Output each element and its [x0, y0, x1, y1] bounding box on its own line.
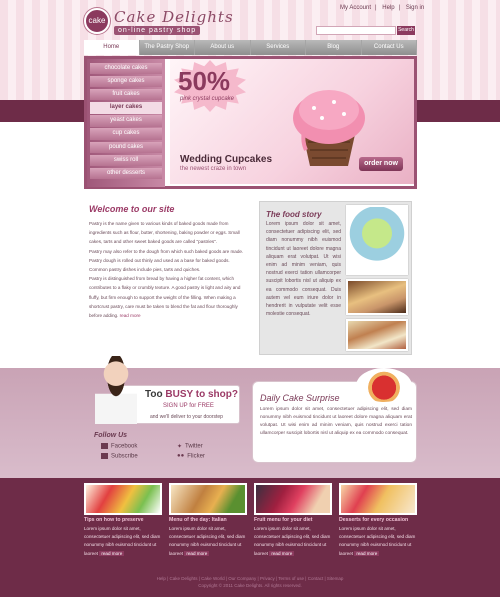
- welcome-paragraph: Pastry is the name given to various kind…: [89, 221, 240, 245]
- promo-percent: 50%: [178, 66, 231, 96]
- card-image-fruit[interactable]: [254, 483, 332, 515]
- facebook-icon: [101, 443, 108, 449]
- menu-item-yeast[interactable]: yeast cakes: [90, 115, 162, 127]
- nav-contact[interactable]: Contact Us: [362, 40, 417, 55]
- twitter-icon: ✦: [177, 444, 183, 450]
- card-image-italian[interactable]: [169, 483, 247, 515]
- card-title[interactable]: Tips on how to preserve: [84, 517, 144, 523]
- hero-title: Wedding Cupcakes: [180, 154, 273, 165]
- tart-photo: [356, 368, 412, 404]
- order-now-button[interactable]: order now: [359, 157, 403, 171]
- daily-cake-text: Lorem ipsum dolor sit amet, consectetuer…: [260, 407, 412, 436]
- welcome-paragraph: Pastry is distinguished from bread by ha…: [89, 276, 241, 319]
- search-button[interactable]: Search: [397, 26, 415, 35]
- flicker-icon: ●●: [177, 453, 185, 459]
- menu-item-other[interactable]: other desserts: [90, 167, 162, 180]
- cupcake-icon: [293, 90, 365, 166]
- menu-item-pound[interactable]: pound cakes: [90, 141, 162, 153]
- main-nav: Home The Pastry Shop About us Services B…: [84, 40, 417, 55]
- nav-pastry-shop[interactable]: The Pastry Shop: [140, 40, 195, 55]
- read-more-link[interactable]: read more: [120, 313, 141, 318]
- hero-subtitle: the newest craze in town: [180, 166, 247, 172]
- delivery-note: and we'll deliver to your doorstep: [150, 414, 223, 420]
- flicker-link[interactable]: ●● Flicker: [177, 453, 205, 460]
- footer-links[interactable]: Help | Cake Delights | Cake World | Our …: [0, 576, 500, 581]
- subscribe-link[interactable]: Subscribe: [101, 453, 138, 460]
- card-text: Lorem ipsum dolor sit amet, consectetuer…: [339, 526, 416, 556]
- menu-item-fruit[interactable]: fruit cakes: [90, 89, 162, 101]
- welcome-text: Pastry is the name given to various kind…: [89, 219, 244, 320]
- site-title[interactable]: Cake Delights: [114, 8, 234, 26]
- card-image-desserts[interactable]: [339, 483, 417, 515]
- menu-item-swiss-roll[interactable]: swiss roll: [90, 154, 162, 166]
- read-more-link[interactable]: read more: [184, 550, 210, 556]
- woman-photo: [95, 356, 137, 424]
- read-more-link[interactable]: read more: [99, 550, 125, 556]
- card-text: Lorem ipsum dolor sit amet, consectetuer…: [254, 526, 331, 556]
- mail-icon: [101, 453, 108, 459]
- card-text: Lorem ipsum dolor sit amet, consectetuer…: [84, 526, 161, 556]
- signup-link[interactable]: SIGN UP for FREE: [163, 403, 214, 409]
- twitter-link[interactable]: ✦ Twitter: [177, 443, 203, 450]
- site-tagline: on-line pastry shop: [114, 26, 201, 35]
- card-image-preserve[interactable]: [84, 483, 162, 515]
- cupcake-photo[interactable]: [346, 205, 408, 275]
- nav-blog[interactable]: Blog: [306, 40, 362, 55]
- menu-item-sponge[interactable]: sponge cakes: [90, 76, 162, 88]
- menu-item-layer[interactable]: layer cakes: [90, 102, 162, 114]
- food-story-title: The food story: [266, 210, 322, 219]
- nav-home[interactable]: Home: [84, 40, 140, 55]
- food-story-text: Lorem ipsum dolor sit amet, consectetuer…: [266, 221, 341, 318]
- search-input[interactable]: [316, 26, 396, 35]
- nav-services[interactable]: Services: [251, 40, 306, 55]
- menu-item-cup[interactable]: cup cakes: [90, 128, 162, 140]
- read-more-link[interactable]: read more: [269, 550, 295, 556]
- eclair-photo[interactable]: [346, 279, 408, 315]
- promo-headline: Too BUSY to shop?: [145, 389, 238, 400]
- promo-band: [0, 368, 500, 478]
- follow-us-title: Follow Us: [94, 432, 128, 439]
- pastry-photo[interactable]: [346, 319, 408, 351]
- menu-item-chocolate[interactable]: chocolate cakes: [90, 63, 162, 75]
- welcome-paragraph: Pastry may also refer to the dough from …: [89, 248, 244, 273]
- logo-icon[interactable]: cake: [84, 8, 110, 34]
- sign-in-link[interactable]: Sign in: [406, 5, 424, 11]
- welcome-title: Welcome to our site: [89, 204, 175, 214]
- card-title[interactable]: Desserts for every occasion: [339, 517, 408, 523]
- read-more-link[interactable]: read more: [354, 550, 380, 556]
- card-title[interactable]: Fruit menu for your diet: [254, 517, 313, 523]
- card-title[interactable]: Menu of the day: Italian: [169, 517, 227, 523]
- nav-about[interactable]: About us: [195, 40, 251, 55]
- copyright: Copyright © 2011 Cake Delights. All righ…: [198, 583, 302, 588]
- card-text: Lorem ipsum dolor sit amet, consectetuer…: [169, 526, 246, 556]
- daily-cake-title: Daily Cake Surprise: [260, 393, 340, 403]
- category-menu: chocolate cakes sponge cakes fruit cakes…: [87, 59, 165, 187]
- my-account-link[interactable]: My Account: [340, 5, 371, 11]
- help-link[interactable]: Help: [382, 5, 394, 11]
- promo-caption: pink crystal cupcake: [180, 96, 235, 102]
- top-links: My Account | Help | Sign in: [340, 5, 425, 11]
- facebook-link[interactable]: Facebook: [101, 443, 137, 450]
